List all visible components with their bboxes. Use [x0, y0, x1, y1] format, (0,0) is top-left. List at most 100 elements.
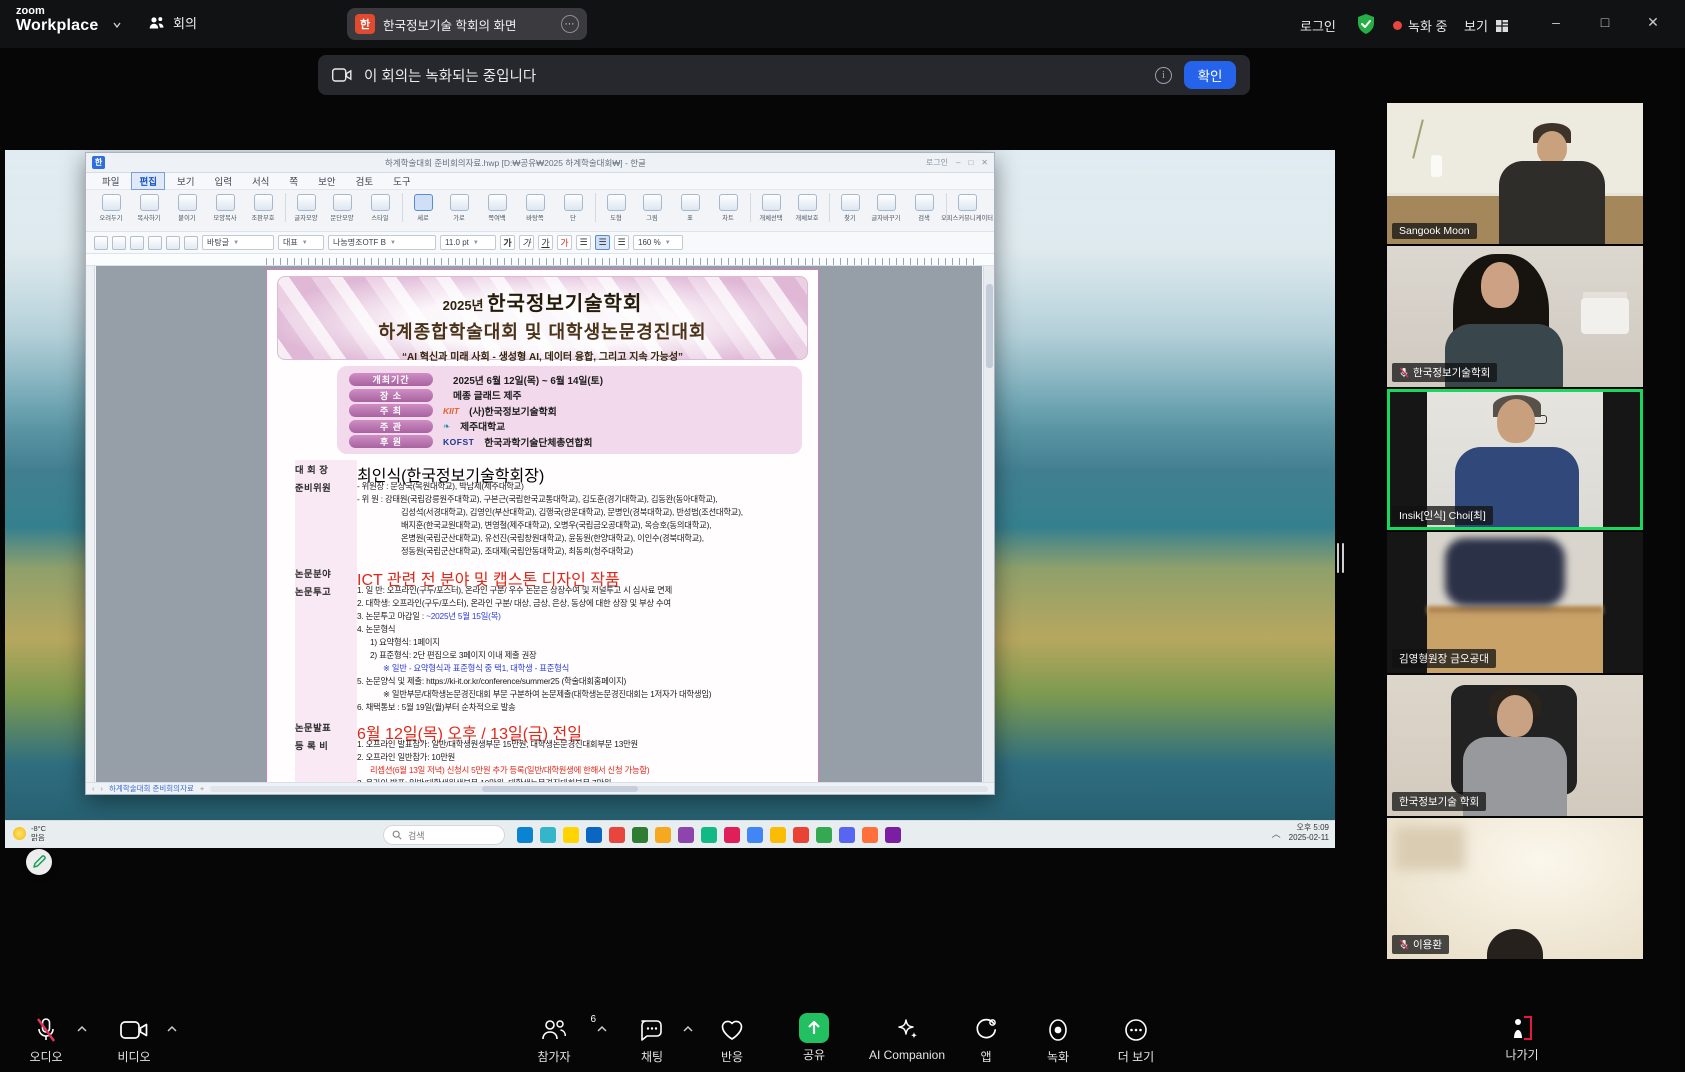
open-doc-icon[interactable] [112, 236, 126, 250]
hwp-menu-item[interactable]: 쪽 [281, 172, 306, 190]
record-button[interactable]: 녹화 [1034, 1016, 1082, 1065]
font-select[interactable]: 나눔명조OTF B▼ [328, 235, 436, 250]
taskbar-app-icon[interactable] [747, 827, 763, 843]
hwp-menu-item[interactable]: 검토 [348, 172, 381, 190]
close-button[interactable]: ✕ [1643, 14, 1663, 31]
hwp-toolbar-button[interactable]: 단 [554, 193, 592, 222]
hwp-menu-item[interactable]: 입력 [206, 172, 239, 190]
font-color-button[interactable]: 가 [557, 235, 572, 250]
hwp-close-button[interactable]: ✕ [981, 158, 988, 167]
taskbar-app-icon[interactable] [701, 827, 717, 843]
hwp-toolbar-button[interactable]: 복사하기 [130, 193, 168, 222]
taskbar-app-icon[interactable] [609, 827, 625, 843]
hwp-toolbar-button[interactable]: 오피스커뮤니케이터 [946, 193, 984, 222]
add-tab-icon[interactable]: + [200, 784, 204, 793]
taskbar-weather-widget[interactable]: -8°C 맑음 [13, 824, 46, 843]
info-icon[interactable]: i [1155, 67, 1172, 84]
taskbar-app-icon[interactable] [655, 827, 671, 843]
chat-button[interactable]: 채팅 [628, 1016, 676, 1065]
taskbar-app-icon[interactable] [586, 827, 602, 843]
taskbar-app-icon[interactable] [678, 827, 694, 843]
security-shield-icon[interactable] [1355, 13, 1377, 35]
hwp-login-button[interactable]: 로그인 [926, 157, 948, 168]
participants-button[interactable]: 6 참가자 [522, 1016, 586, 1065]
hwp-toolbar-button[interactable]: 찾기 [829, 193, 867, 222]
ai-companion-button[interactable]: AI Companion [852, 1016, 962, 1062]
undo-icon[interactable] [166, 236, 180, 250]
hwp-menu-item[interactable]: 보안 [310, 172, 343, 190]
participant-tile[interactable]: Insik[인식] Choi[최] [1387, 389, 1643, 530]
participant-tile[interactable]: 한국정보기술학회 [1387, 246, 1643, 387]
tab-shared-screen[interactable]: 한 한국정보기술 학회의 화면 ⋯ [347, 8, 587, 40]
view-button[interactable]: 보기 [1464, 16, 1509, 35]
minimize-button[interactable]: – [1546, 14, 1566, 30]
hwp-toolbar-button[interactable]: 오려두기 [92, 193, 130, 222]
participant-tile[interactable]: Sangook Moon [1387, 103, 1643, 244]
hwp-minimize-button[interactable]: – [956, 158, 960, 167]
login-button[interactable]: 로그인 [1300, 16, 1336, 35]
hwp-toolbar-button[interactable]: 개체선택 [750, 193, 788, 222]
hwp-toolbar-button[interactable]: 세로 [402, 193, 440, 222]
participant-tile[interactable]: 김영형원장 금오공대 [1387, 532, 1643, 673]
participants-options-chevron[interactable] [596, 1025, 608, 1033]
hwp-toolbar-button[interactable]: 모양복사 [206, 193, 244, 222]
hwp-menu-item[interactable]: 보기 [169, 172, 202, 190]
taskbar-clock[interactable]: 오후 5:09 2025-02-11 [1289, 823, 1329, 844]
hwp-toolbar-button[interactable]: 바탕쪽 [516, 193, 554, 222]
hwp-toolbar-button[interactable]: 글자모양 [285, 193, 323, 222]
video-button[interactable]: 비디오 [108, 1016, 160, 1065]
save-icon[interactable] [130, 236, 144, 250]
hwp-toolbar-button[interactable]: 표 [671, 193, 709, 222]
video-options-chevron[interactable] [166, 1025, 178, 1033]
annotate-button[interactable] [26, 849, 52, 875]
participant-tile[interactable]: 한국정보기술 학회 [1387, 675, 1643, 816]
hwp-toolbar-button[interactable]: 도형 [595, 193, 633, 222]
hwp-document-tab[interactable]: 하계학술대회 준비회의자료 [109, 783, 194, 794]
print-icon[interactable] [148, 236, 162, 250]
chat-options-chevron[interactable] [682, 1025, 694, 1033]
confirm-button[interactable]: 확인 [1184, 61, 1236, 89]
align-justify-button[interactable]: ☰ [595, 235, 610, 250]
taskbar-search-box[interactable]: 검색 [383, 825, 505, 845]
align-left-button[interactable]: ☰ [576, 235, 591, 250]
leave-button[interactable]: 나가기 [1492, 1014, 1552, 1063]
taskbar-app-icon[interactable] [816, 827, 832, 843]
audio-options-chevron[interactable] [76, 1025, 88, 1033]
hwp-toolbar-button[interactable]: 차트 [709, 193, 747, 222]
bold-button[interactable]: 가 [500, 235, 515, 250]
audio-button[interactable]: 오디오 [20, 1016, 72, 1065]
hwp-menu-item[interactable]: 편집 [131, 172, 164, 190]
zoom-level-select[interactable]: 160 %▼ [633, 235, 683, 250]
taskbar-app-icon[interactable] [862, 827, 878, 843]
hwp-maximize-button[interactable]: □ [968, 158, 973, 167]
hwp-toolbar-button[interactable]: 가로 [440, 193, 478, 222]
document-page[interactable]: 2025년 한국정보기술학회 하계종합학술대회 및 대학생논문경진대회 “AI … [266, 269, 819, 782]
hwp-scrollbar[interactable] [983, 266, 994, 782]
apps-button[interactable]: 앱 [966, 1016, 1006, 1065]
style-select[interactable]: 바탕글▼ [202, 235, 274, 250]
participant-tile[interactable]: 이용환 [1387, 818, 1643, 959]
taskbar-app-icon[interactable] [885, 827, 901, 843]
taskbar-app-icon[interactable] [793, 827, 809, 843]
align-center-button[interactable]: ☰ [614, 235, 629, 250]
share-button[interactable]: 공유 [790, 1014, 838, 1063]
tray-expand-icon[interactable]: ︿ [1272, 827, 1281, 840]
new-doc-icon[interactable] [94, 236, 108, 250]
chevron-down-icon[interactable] [112, 20, 122, 30]
language-select[interactable]: 대표▼ [278, 235, 324, 250]
maximize-button[interactable]: □ [1595, 14, 1615, 30]
hwp-toolbar-button[interactable]: 검색 [905, 193, 943, 222]
taskbar-app-icon[interactable] [839, 827, 855, 843]
hwp-toolbar-button[interactable]: 문단모양 [323, 193, 361, 222]
more-button[interactable]: 더 보기 [1106, 1016, 1166, 1065]
font-size-select[interactable]: 11.0 pt▼ [440, 235, 496, 250]
taskbar-app-icon[interactable] [540, 827, 556, 843]
taskbar-app-icon[interactable] [632, 827, 648, 843]
hwp-toolbar-button[interactable]: 스타일 [361, 193, 399, 222]
taskbar-app-icon[interactable] [563, 827, 579, 843]
redo-icon[interactable] [184, 236, 198, 250]
hwp-menu-item[interactable]: 도구 [385, 172, 418, 190]
hwp-toolbar-button[interactable]: 글자바꾸기 [867, 193, 905, 222]
taskbar-app-icon[interactable] [724, 827, 740, 843]
hwp-toolbar-button[interactable]: 붙이기 [168, 193, 206, 222]
